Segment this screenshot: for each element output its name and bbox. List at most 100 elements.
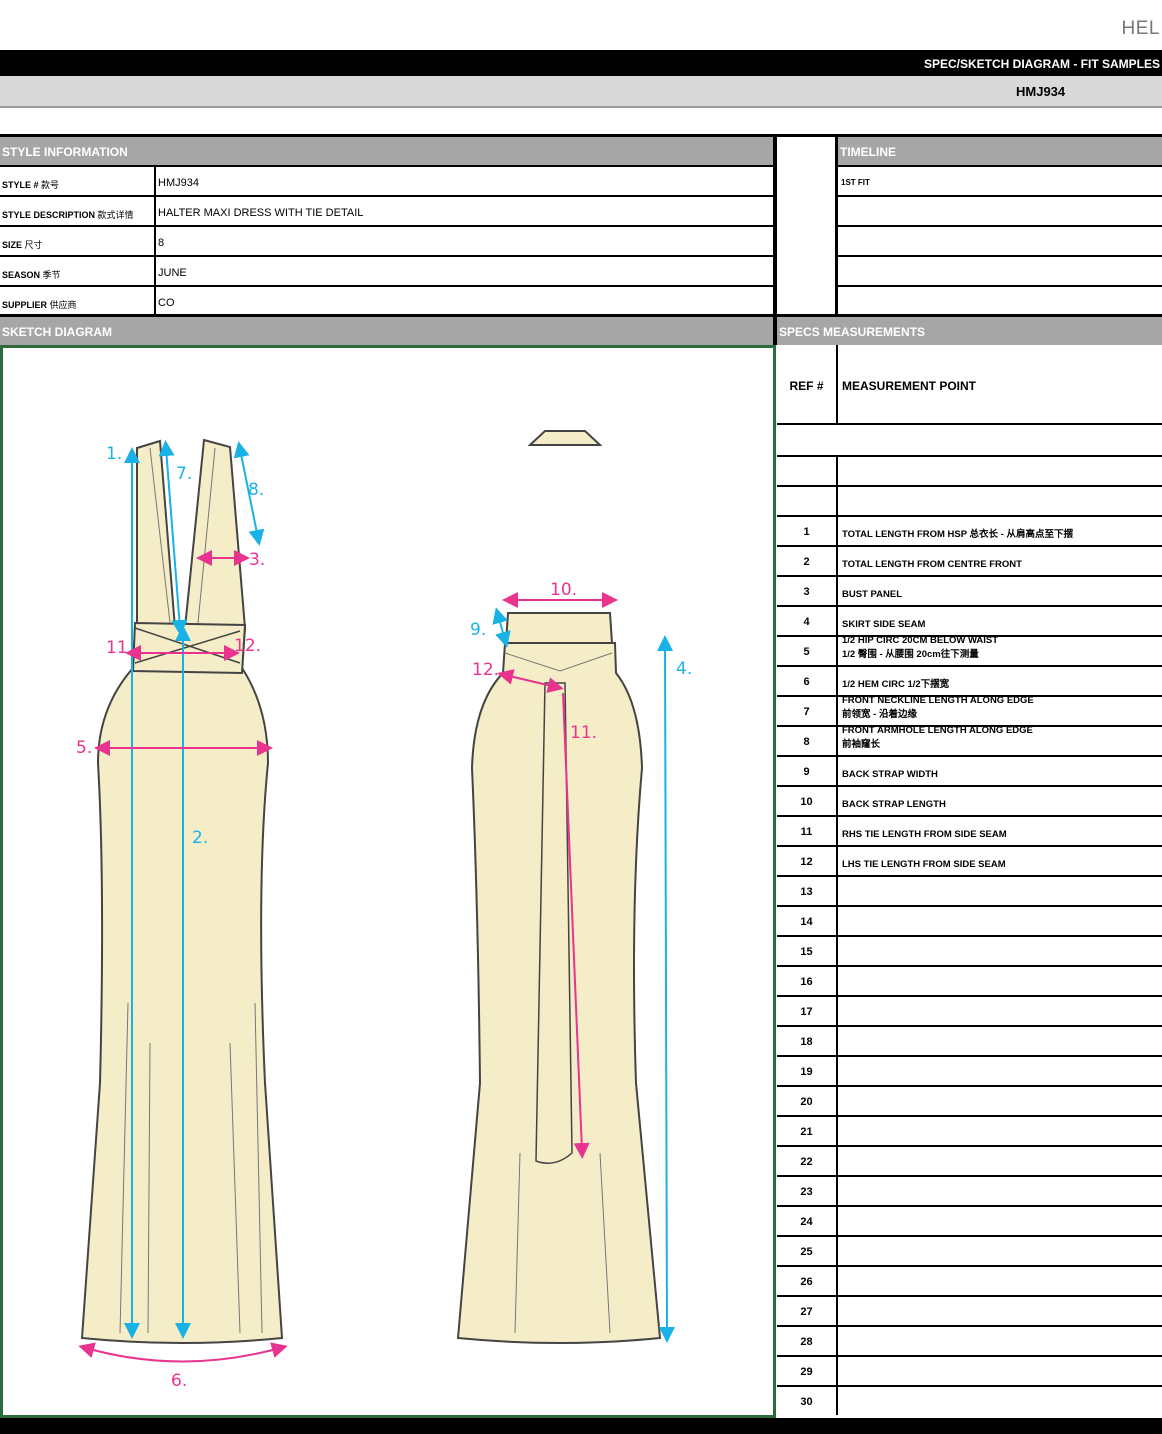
spec-ref: 23: [800, 1186, 813, 1198]
spec-point: SKIRT SIDE SEAM: [842, 619, 926, 630]
spec-row: 19: [777, 1057, 1162, 1087]
spec-row: 5 1/2 HIP CIRC 20CM BELOW WAIST 1/2 臀围 - 从…: [777, 635, 1162, 667]
spec-row: 25: [777, 1237, 1162, 1267]
spec-ref: 8: [803, 736, 810, 748]
spec-row: 4 SKIRT SIDE SEAM: [777, 607, 1162, 637]
spec-ref: 7: [803, 706, 810, 718]
label-front-3: 3.: [249, 550, 265, 570]
spec-ref: 2: [803, 556, 810, 568]
spec-ref: 15: [800, 946, 813, 958]
spec-ref: 19: [800, 1066, 813, 1078]
label-front-7: 7.: [176, 464, 192, 484]
spec-point: 1/2 HIP CIRC 20CM BELOW WAIST 1/2 臀围 - 从腰…: [842, 635, 999, 660]
spec-ref: 18: [800, 1036, 813, 1048]
label-front-11: 11.: [106, 638, 133, 658]
sketch-header: SKETCH DIAGRAM: [0, 317, 773, 345]
spec-ref: 5: [803, 646, 810, 658]
spec-ref: 17: [800, 1006, 813, 1018]
label-front-8: 8.: [248, 480, 264, 500]
specs-header: SPECS MEASUREMENTS: [777, 317, 1162, 345]
label-front-6: 6.: [171, 1371, 187, 1391]
specs-column-header: REF # MEASUREMENT POINT: [777, 345, 1162, 425]
col-ref-header: REF #: [789, 379, 824, 393]
spec-row: 8 FRONT ARMHOLE LENGTH ALONG EDGE 前袖窿长: [777, 725, 1162, 757]
style-info-row: SIZE 尺寸 8: [0, 227, 773, 257]
spec-ref: 26: [800, 1276, 813, 1288]
spec-ref: 16: [800, 976, 813, 988]
spec-ref: 4: [803, 616, 810, 628]
spec-ref: 3: [803, 586, 810, 598]
spec-row: 1 TOTAL LENGTH FROM HSP 总衣长 - 从肩高点至下摆: [777, 517, 1162, 547]
spec-point: TOTAL LENGTH FROM HSP 总衣长 - 从肩高点至下摆: [842, 529, 1073, 540]
spec-row: 17: [777, 997, 1162, 1027]
style-info-header: STYLE INFORMATION: [0, 137, 773, 165]
title-bar: SPEC/SKETCH DIAGRAM - FIT SAMPLES: [0, 50, 1162, 76]
spec-ref: 11: [800, 826, 813, 838]
label-front-5: 5.: [76, 738, 92, 758]
spec-point: FRONT NECKLINE LENGTH ALONG EDGE 前领宽 - 沿着…: [842, 695, 1034, 720]
spec-point: 1/2 HEM CIRC 1/2下摆宽: [842, 679, 950, 690]
spec-ref: 1: [803, 526, 810, 538]
spec-row: 29: [777, 1357, 1162, 1387]
label-back-11: 11.: [570, 723, 597, 743]
brand-logo-text: HEL: [1121, 18, 1160, 39]
spec-ref: 22: [800, 1156, 813, 1168]
spec-row: 12 LHS TIE LENGTH FROM SIDE SEAM: [777, 847, 1162, 877]
timeline-item: 1ST FIT: [841, 178, 870, 187]
spec-row: 28: [777, 1327, 1162, 1357]
style-code-bar: HMJ934: [0, 76, 1162, 108]
spec-ref: 29: [800, 1366, 813, 1378]
spec-ref: 20: [800, 1096, 813, 1108]
dress-sketch: 1. 7. 8. 3. 11. 12. 5. 2. 6. 10. 9. 12. …: [76, 430, 692, 1391]
spec-ref: 10: [800, 796, 813, 808]
timeline-header: TIMELINE: [838, 137, 1162, 165]
spec-ref: 21: [800, 1126, 813, 1138]
footer-bar: [0, 1418, 1162, 1434]
spec-ref: 27: [800, 1306, 813, 1318]
spec-row: 22: [777, 1147, 1162, 1177]
spec-ref: 30: [800, 1396, 813, 1408]
front-waist-band: [131, 621, 247, 675]
style-info-label: SUPPLIER 供应商: [2, 300, 77, 310]
label-back-12: 12.: [472, 660, 499, 680]
spec-row: 13: [777, 877, 1162, 907]
style-code: HMJ934: [1016, 84, 1066, 99]
spec-point: TOTAL LENGTH FROM CENTRE FRONT: [842, 559, 1022, 570]
col-point-header: MEASUREMENT POINT: [842, 379, 977, 393]
spec-row: 30: [777, 1387, 1162, 1417]
timeline-row: [838, 287, 1162, 317]
spec-row: 3 BUST PANEL: [777, 577, 1162, 607]
timeline-row: [838, 197, 1162, 227]
spec-point: BACK STRAP LENGTH: [842, 799, 946, 810]
spec-row: 21: [777, 1117, 1162, 1147]
spec-row: 7 FRONT NECKLINE LENGTH ALONG EDGE 前领宽 - 沿…: [777, 695, 1162, 727]
spec-row: 6 1/2 HEM CIRC 1/2下摆宽: [777, 667, 1162, 697]
spec-ref: 24: [800, 1216, 813, 1228]
spec-row: 26: [777, 1267, 1162, 1297]
specs-empty-row: [777, 487, 1162, 517]
style-info-value: JUNE: [158, 267, 187, 279]
spec-ref: 28: [800, 1336, 813, 1348]
spec-point: LHS TIE LENGTH FROM SIDE SEAM: [842, 859, 1006, 870]
spec-row: 2 TOTAL LENGTH FROM CENTRE FRONT: [777, 547, 1162, 577]
style-info-label: STYLE DESCRIPTION 款式详情: [2, 210, 134, 220]
spec-point: BACK STRAP WIDTH: [842, 769, 938, 780]
front-view: [78, 438, 288, 1363]
style-info-value: HMJ934: [158, 177, 199, 189]
front-right-strap: [183, 438, 247, 629]
spec-row: 24: [777, 1207, 1162, 1237]
back-bodice: [504, 612, 614, 644]
spec-point: FRONT ARMHOLE LENGTH ALONG EDGE 前袖窿长: [842, 725, 1033, 750]
page-title: SPEC/SKETCH DIAGRAM - FIT SAMPLES: [923, 57, 1160, 71]
style-info-label: SEASON 季节: [2, 270, 61, 280]
label-back-4: 4.: [676, 659, 692, 679]
style-info-row: STYLE # 款号 HMJ934: [0, 167, 773, 197]
style-info-row: SEASON 季节 JUNE: [0, 257, 773, 287]
back-view: [456, 430, 675, 1344]
spec-row: 27: [777, 1297, 1162, 1327]
spec-row: 18: [777, 1027, 1162, 1057]
label-front-12: 12.: [234, 636, 261, 656]
front-left-strap: [136, 439, 177, 629]
spec-point: RHS TIE LENGTH FROM SIDE SEAM: [842, 829, 1007, 840]
spec-row: 10 BACK STRAP LENGTH: [777, 787, 1162, 817]
